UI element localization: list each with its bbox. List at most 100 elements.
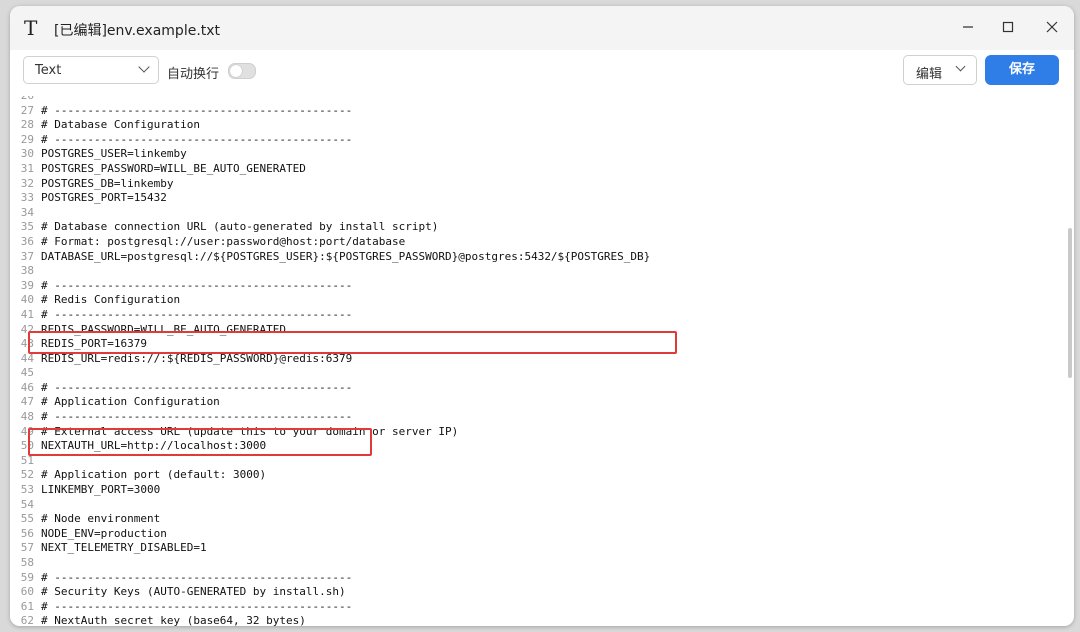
- line-number: 38: [20, 264, 34, 278]
- editor-window: T [已编辑]env.example.txt Text 自动换行 编辑 保存 2…: [10, 6, 1074, 626]
- code-line[interactable]: 52 # Application port (default: 3000): [10, 468, 1074, 483]
- vertical-scrollbar[interactable]: [1068, 228, 1072, 378]
- line-text: # Application port (default: 3000): [41, 468, 267, 482]
- line-text: # Application Configuration: [41, 395, 220, 409]
- close-icon[interactable]: [1038, 14, 1066, 42]
- line-text: # --------------------------------------…: [41, 132, 353, 146]
- code-line[interactable]: 48 # ------------------------------------…: [10, 410, 1074, 425]
- code-line[interactable]: 61 # ------------------------------------…: [10, 600, 1074, 615]
- line-number: 37: [20, 249, 34, 263]
- code-editor[interactable]: 2627 # ----------------------------------…: [10, 96, 1074, 626]
- code-line[interactable]: 51: [10, 454, 1074, 469]
- line-text: LINKEMBY_PORT=3000: [41, 483, 161, 497]
- code-line[interactable]: 58: [10, 556, 1074, 571]
- toggle-knob: [230, 65, 242, 77]
- code-line[interactable]: 30 POSTGRES_USER=linkemby: [10, 147, 1074, 162]
- line-text: # --------------------------------------…: [41, 103, 353, 117]
- line-number: 60: [20, 585, 34, 599]
- line-number: 35: [20, 220, 34, 234]
- line-number: 27: [20, 103, 34, 117]
- code-line[interactable]: 60 # Security Keys (AUTO-GENERATED by ins…: [10, 585, 1074, 600]
- code-line[interactable]: 39 # ------------------------------------…: [10, 279, 1074, 294]
- save-button[interactable]: 保存: [985, 55, 1059, 85]
- highlight-box-redis-url: [28, 428, 372, 456]
- line-number: 48: [20, 410, 34, 424]
- code-line[interactable]: 53 LINKEMBY_PORT=3000: [10, 483, 1074, 498]
- chevron-down-icon: [138, 61, 150, 73]
- code-line[interactable]: 46 # ------------------------------------…: [10, 381, 1074, 396]
- code-line[interactable]: 26: [10, 96, 1074, 104]
- line-text: # NextAuth secret key (base64, 32 bytes): [41, 614, 306, 626]
- line-number: 54: [20, 497, 34, 511]
- maximize-icon[interactable]: [994, 14, 1022, 42]
- line-number: 51: [20, 453, 34, 467]
- code-line[interactable]: 27 # ------------------------------------…: [10, 104, 1074, 119]
- syntax-select-value: Text: [35, 63, 62, 78]
- word-wrap-label: 自动换行: [167, 67, 220, 82]
- line-text: # Format: postgresql://user:password@hos…: [41, 234, 406, 248]
- line-text: # --------------------------------------…: [41, 410, 353, 424]
- window-title: [已编辑]env.example.txt: [54, 23, 221, 39]
- code-line[interactable]: 45: [10, 366, 1074, 381]
- line-number: 58: [20, 556, 34, 569]
- code-line[interactable]: 62 # NextAuth secret key (base64, 32 byte…: [10, 614, 1074, 626]
- code-line[interactable]: 28 # Database Configuration: [10, 118, 1074, 133]
- highlight-box-database-url: [28, 331, 677, 354]
- line-number: 47: [20, 395, 34, 409]
- code-line[interactable]: 54: [10, 498, 1074, 513]
- code-line[interactable]: 59 # ------------------------------------…: [10, 571, 1074, 586]
- code-line[interactable]: 57 NEXT_TELEMETRY_DISABLED=1: [10, 541, 1074, 556]
- code-line[interactable]: 55 # Node environment: [10, 512, 1074, 527]
- code-line[interactable]: 32 POSTGRES_DB=linkemby: [10, 177, 1074, 192]
- edit-menu-button[interactable]: 编辑: [903, 55, 977, 85]
- line-text: # --------------------------------------…: [41, 278, 353, 292]
- code-line[interactable]: 41 # ------------------------------------…: [10, 308, 1074, 323]
- line-text: # Node environment: [41, 512, 161, 526]
- edit-menu-label: 编辑: [916, 67, 943, 82]
- title-bar[interactable]: T [已编辑]env.example.txt: [10, 6, 1074, 50]
- line-number: 53: [20, 483, 34, 497]
- line-number: 45: [20, 366, 34, 380]
- line-number: 62: [20, 614, 34, 626]
- line-text: # Security Keys (AUTO-GENERATED by insta…: [41, 585, 346, 599]
- code-line[interactable]: 33 POSTGRES_PORT=15432: [10, 191, 1074, 206]
- line-text: DATABASE_URL=postgresql://${POSTGRES_USE…: [41, 249, 651, 263]
- line-number: 30: [20, 147, 34, 161]
- word-wrap-toggle[interactable]: [228, 63, 256, 79]
- code-line[interactable]: 56 NODE_ENV=production: [10, 527, 1074, 542]
- line-text: # Database connection URL (auto-generate…: [41, 220, 439, 234]
- code-line[interactable]: 36 # Format: postgresql://user:password@h…: [10, 235, 1074, 250]
- line-number: 57: [20, 541, 34, 555]
- code-line[interactable]: 47 # Application Configuration: [10, 395, 1074, 410]
- line-number: 55: [20, 512, 34, 526]
- line-number: 41: [20, 307, 34, 321]
- line-number: 40: [20, 293, 34, 307]
- line-number: 52: [20, 468, 34, 482]
- toolbar: Text 自动换行 编辑 保存: [10, 50, 1074, 97]
- line-text: POSTGRES_PASSWORD=WILL_BE_AUTO_GENERATED: [41, 161, 306, 175]
- line-number: 61: [20, 599, 34, 613]
- chevron-down-icon: [955, 61, 966, 72]
- line-text: # --------------------------------------…: [41, 380, 353, 394]
- line-text: # Redis Configuration: [41, 293, 181, 307]
- line-text: POSTGRES_DB=linkemby: [41, 176, 174, 190]
- syntax-select[interactable]: Text: [23, 56, 159, 84]
- line-number: 26: [16, 96, 34, 104]
- minimize-icon[interactable]: [954, 14, 982, 42]
- code-line[interactable]: 34: [10, 206, 1074, 221]
- line-number: 32: [20, 176, 34, 190]
- code-line[interactable]: 40 # Redis Configuration: [10, 293, 1074, 308]
- code-line[interactable]: 37 DATABASE_URL=postgresql://${POSTGRES_U…: [10, 250, 1074, 265]
- line-text: # --------------------------------------…: [41, 307, 353, 321]
- line-number: 28: [20, 118, 34, 132]
- line-number: 46: [20, 380, 34, 394]
- code-line[interactable]: 29 # ------------------------------------…: [10, 133, 1074, 148]
- code-line[interactable]: 31 POSTGRES_PASSWORD=WILL_BE_AUTO_GENERAT…: [10, 162, 1074, 177]
- line-number: 56: [20, 526, 34, 540]
- line-text: POSTGRES_PORT=15432: [41, 191, 167, 205]
- code-line[interactable]: 35 # Database connection URL (auto-genera…: [10, 220, 1074, 235]
- save-button-label: 保存: [1008, 62, 1035, 77]
- code-line[interactable]: 38: [10, 264, 1074, 279]
- text-app-icon: T: [24, 16, 38, 40]
- line-number: 33: [20, 191, 34, 205]
